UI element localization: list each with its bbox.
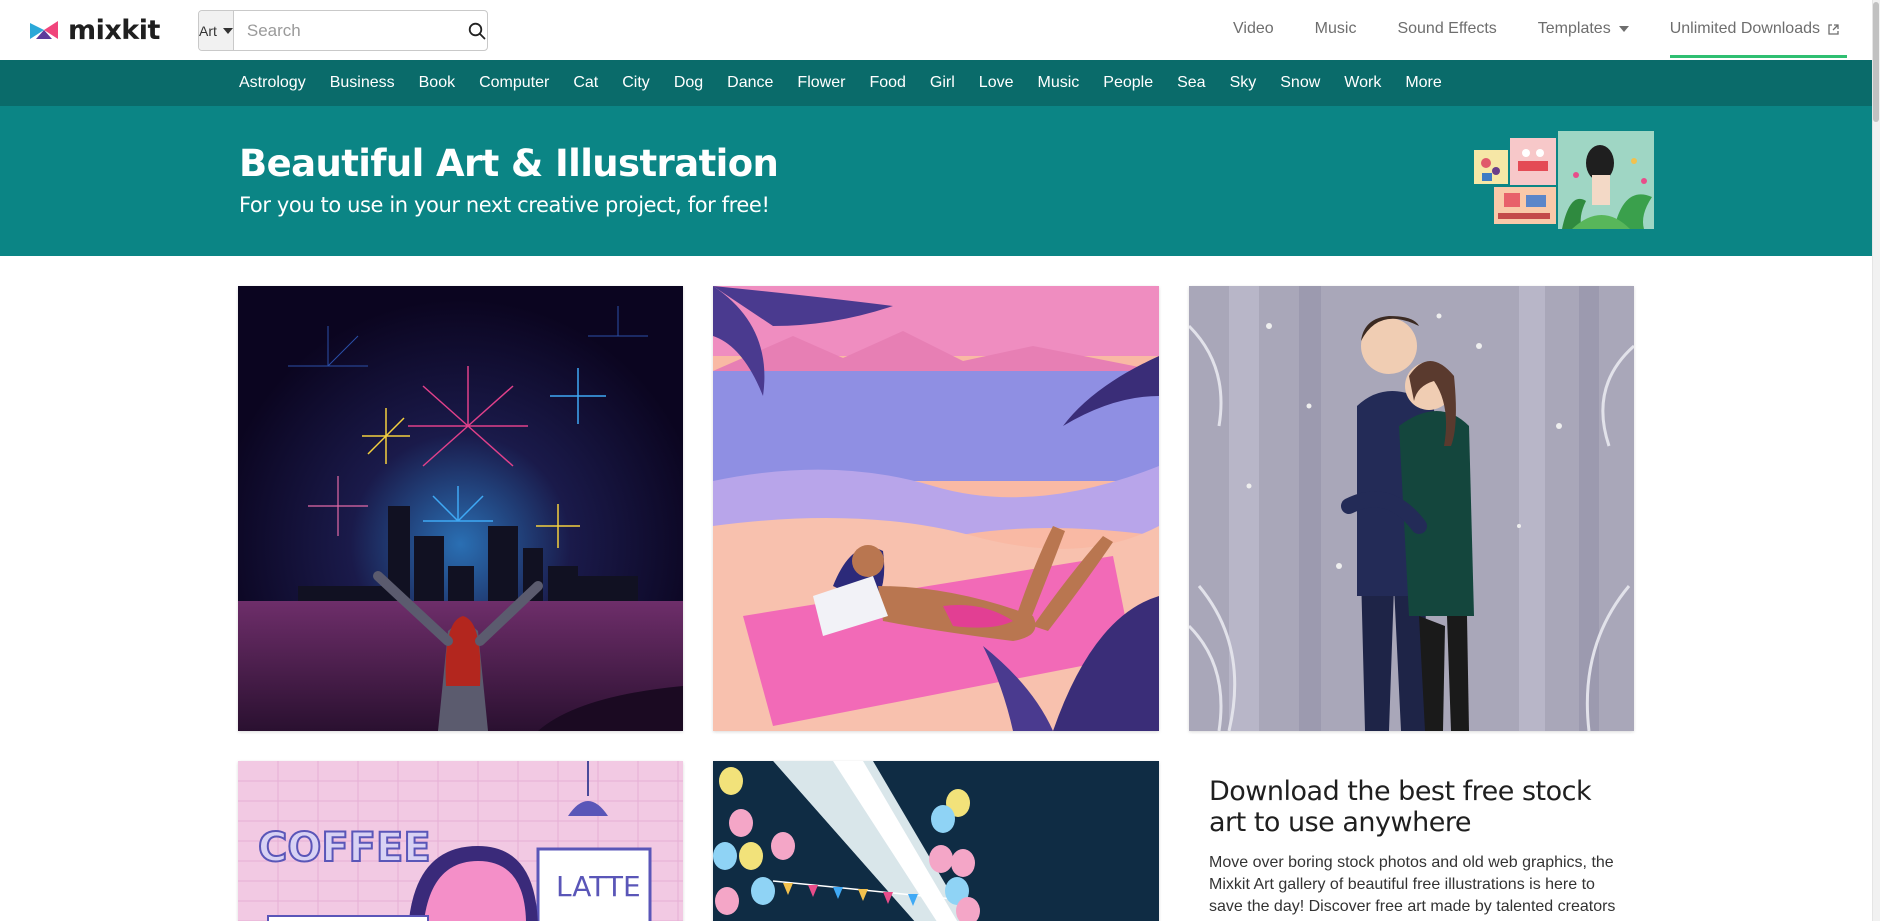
nav-templates[interactable]: Templates xyxy=(1538,0,1629,58)
mixkit-logo[interactable]: mixkit xyxy=(30,14,160,46)
art-tile-winter-couple[interactable] xyxy=(1189,286,1634,731)
art-tile-party-balloons[interactable] xyxy=(713,761,1159,921)
category-astrology[interactable]: Astrology xyxy=(239,74,306,92)
promo-body: Move over boring stock photos and old we… xyxy=(1209,854,1616,915)
nav-music[interactable]: Music xyxy=(1315,0,1357,58)
logo-mark-icon xyxy=(30,21,58,39)
page-scrollbar[interactable] xyxy=(1872,0,1880,921)
external-link-icon xyxy=(1828,23,1839,35)
scrollbar-thumb[interactable] xyxy=(1873,2,1879,122)
category-love[interactable]: Love xyxy=(979,74,1014,92)
category-cat[interactable]: Cat xyxy=(573,74,598,92)
nav-sound-effects-label: Sound Effects xyxy=(1397,20,1497,37)
coffee-sign: COFFEE xyxy=(258,825,431,871)
search-bar: Art xyxy=(198,10,488,51)
winter-couple-illustration xyxy=(1189,286,1634,731)
hero-banner: Beautiful Art & Illustration For you to … xyxy=(0,106,1872,256)
fireworks-illustration xyxy=(238,286,683,731)
category-book[interactable]: Book xyxy=(419,74,455,92)
promo-title: Download the best free stock art to use … xyxy=(1209,776,1592,838)
category-dog[interactable]: Dog xyxy=(674,74,703,92)
art-tile-coffee-shop[interactable]: COFFEE LATTE xyxy=(238,761,683,921)
hero-collage-image xyxy=(1474,131,1654,229)
logo-text: mixkit xyxy=(68,14,160,46)
latte-sign: LATTE xyxy=(556,870,641,903)
search-button[interactable] xyxy=(468,11,487,50)
caret-down-icon xyxy=(222,27,233,34)
hero-subtitle: For you to use in your next creative pro… xyxy=(239,193,770,217)
nav-unlimited-downloads-label: Unlimited Downloads xyxy=(1669,20,1820,37)
coffee-shop-illustration: COFFEE LATTE xyxy=(238,761,683,921)
category-city[interactable]: City xyxy=(622,74,650,92)
category-food[interactable]: Food xyxy=(869,74,905,92)
category-snow[interactable]: Snow xyxy=(1280,74,1320,92)
top-nav: Video Music Sound Effects Templates Unli… xyxy=(1192,0,1872,58)
nav-music-label: Music xyxy=(1314,20,1357,37)
search-input[interactable] xyxy=(233,11,468,50)
category-dance[interactable]: Dance xyxy=(727,74,773,92)
top-header: mixkit Art Video Music Sound Effects Tem… xyxy=(0,0,1872,60)
category-people[interactable]: People xyxy=(1103,74,1153,92)
category-girl[interactable]: Girl xyxy=(930,74,955,92)
nav-sound-effects[interactable]: Sound Effects xyxy=(1397,0,1496,58)
hero-title: Beautiful Art & Illustration xyxy=(239,142,779,185)
promo-section: Download the best free stock art to use … xyxy=(1209,776,1629,918)
category-sea[interactable]: Sea xyxy=(1177,74,1205,92)
category-work[interactable]: Work xyxy=(1344,74,1381,92)
nav-video[interactable]: Video xyxy=(1233,0,1274,58)
balloons-illustration xyxy=(713,761,1159,921)
page: mixkit Art Video Music Sound Effects Tem… xyxy=(0,0,1880,921)
search-category-select[interactable]: Art xyxy=(199,11,234,50)
category-bar: Astrology Business Book Computer Cat Cit… xyxy=(0,60,1872,106)
category-business[interactable]: Business xyxy=(330,74,395,92)
art-tile-beach-reading[interactable] xyxy=(713,286,1159,731)
category-flower[interactable]: Flower xyxy=(797,74,845,92)
category-sky[interactable]: Sky xyxy=(1230,74,1257,92)
category-music[interactable]: Music xyxy=(1038,74,1080,92)
caret-down-icon xyxy=(1618,26,1629,32)
category-more[interactable]: More xyxy=(1405,74,1441,92)
category-computer[interactable]: Computer xyxy=(479,74,549,92)
nav-templates-label: Templates xyxy=(1537,20,1611,37)
nav-unlimited-downloads[interactable]: Unlimited Downloads xyxy=(1669,0,1848,58)
nav-video-label: Video xyxy=(1233,20,1274,37)
search-icon xyxy=(469,22,486,39)
art-tile-fireworks[interactable] xyxy=(238,286,683,731)
beach-illustration xyxy=(713,286,1159,731)
search-category-label: Art xyxy=(199,22,217,39)
